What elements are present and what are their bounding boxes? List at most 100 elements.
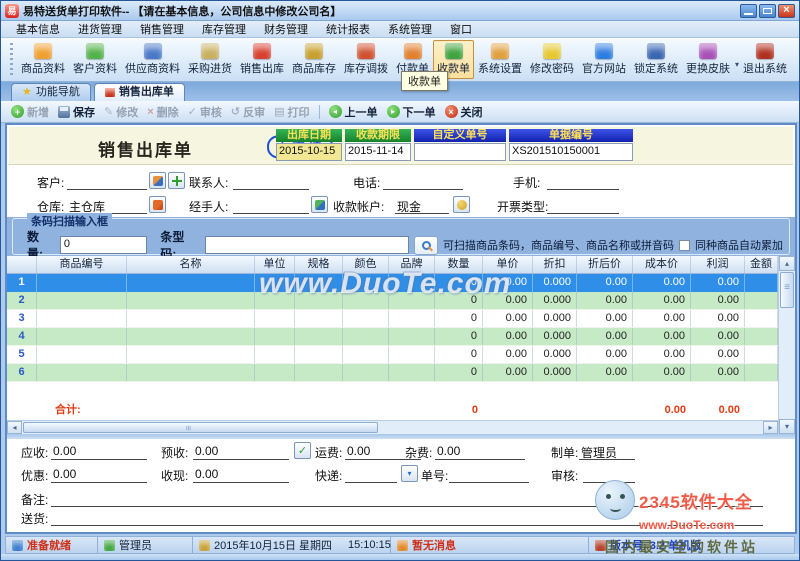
outbound-date-input[interactable]: 2015-10-15 [276,143,342,161]
table-row[interactable]: 3 0 0.00 0.000 0.00 0.00 0.00 [7,310,778,328]
col-product-no[interactable]: 商品编号 [37,256,127,273]
express-dropdown-button[interactable]: ▾ [401,465,418,482]
delete-button[interactable]: 删除 [147,104,179,120]
save-button[interactable]: 保存 [58,104,95,120]
toolbar-system-settings[interactable]: 系统设置 [474,40,526,79]
col-spec[interactable]: 规格 [295,256,343,273]
table-row[interactable]: 5 0 0.00 0.000 0.00 0.00 0.00 [7,346,778,364]
toolbar-customer-data[interactable]: 客户资料 [69,40,121,79]
warehouse-input[interactable]: 主仓库 [67,198,147,214]
customer-lookup-button[interactable] [149,172,166,189]
misc-input[interactable]: 0.00 [435,444,525,460]
toolbar-exit-system[interactable]: 退出系统 [739,40,791,79]
discount-input[interactable]: 0.00 [51,467,147,483]
maximize-icon[interactable] [759,3,776,18]
toolbar-product-data[interactable]: 商品资料 [17,40,69,79]
scroll-down-icon[interactable]: ▾ [779,419,795,434]
next-order-button[interactable]: 下一单 [386,104,436,120]
col-brand[interactable]: 品牌 [389,256,435,273]
col-discount[interactable]: 折扣 [533,256,577,273]
col-price[interactable]: 单价 [483,256,533,273]
horizontal-scroll-thumb[interactable] [23,422,378,433]
print-button[interactable]: 打印 [274,104,310,120]
col-cost[interactable]: 成本价 [633,256,691,273]
table-row[interactable]: 6 0 0.00 0.000 0.00 0.00 0.00 [7,364,778,382]
toolbar-change-password[interactable]: 修改密码 [526,40,578,79]
customer-input[interactable] [67,174,147,190]
toolbar-supplier-data[interactable]: 供应商资料 [121,40,184,79]
horizontal-scrollbar[interactable]: ◂ ▸ [7,420,778,434]
edit-button[interactable]: 修改 [104,104,138,120]
toolbar-purchase-in[interactable]: 采购进货 [184,40,236,79]
window-title: 易特送货单打印软件-- 【请在基本信息，公司信息中修改公司名】 [23,5,342,18]
toolbar-sales-out[interactable]: 销售出库 [236,40,288,79]
handler-lookup-button[interactable] [311,196,328,213]
col-disc-price[interactable]: 折后价 [577,256,633,273]
vertical-scrollbar[interactable]: ▴ ▾ [778,256,795,434]
due-date-input[interactable]: 2015-11-14 [345,143,411,161]
barcode-search-button[interactable] [414,235,439,255]
prepaid-check-button[interactable]: ✓ [294,442,311,459]
menu-sales[interactable]: 销售管理 [131,21,193,37]
toolbar-stock-transfer[interactable]: 库存调拨 [340,40,392,79]
phone-input[interactable] [383,174,463,190]
prepaid-input[interactable]: 0.00 [193,444,289,460]
toolbar-separator [318,104,320,119]
invoice-type-input[interactable] [547,198,619,214]
express-input[interactable] [345,467,397,483]
barcode-input[interactable] [205,236,410,254]
tab-sales-out-order[interactable]: 销售出库单 [93,83,185,101]
qty-input[interactable]: 0 [59,236,148,254]
custom-no-input[interactable] [414,143,506,161]
col-amount[interactable]: 金额 [745,256,778,273]
delivery-input[interactable] [51,510,763,526]
vertical-scroll-thumb[interactable] [780,272,794,308]
express-no-input[interactable] [449,467,529,483]
menu-reports[interactable]: 统计报表 [317,21,379,37]
express-no-label: 单号: [421,469,449,483]
new-button[interactable]: 新增 [11,104,49,120]
tab-bar: 功能导航 销售出库单 [1,82,799,101]
doc-no-input[interactable]: XS201510150001 [509,143,633,161]
toolbar-product-stock[interactable]: 商品库存 [288,40,340,79]
scroll-right-icon[interactable]: ▸ [763,421,778,434]
cash-input[interactable]: 0.00 [193,467,289,483]
customer-add-button[interactable] [168,172,185,189]
col-name[interactable]: 名称 [127,256,255,273]
contact-input[interactable] [233,174,309,190]
unaudit-button[interactable]: 反审 [231,104,265,120]
mobile-input[interactable] [547,174,619,190]
col-color[interactable]: 颜色 [343,256,389,273]
prev-order-button[interactable]: 上一单 [328,104,378,120]
close-doc-button[interactable]: 关闭 [444,104,483,120]
toolbar-official-site[interactable]: 官方网站 [578,40,630,79]
menu-basic-info[interactable]: 基本信息 [7,21,69,37]
table-row[interactable]: 1 0 0.00 0.000 0.00 0.00 0.00 [7,274,778,292]
table-row[interactable]: 4 0 0.00 0.000 0.00 0.00 0.00 [7,328,778,346]
supplier-data-icon [143,43,162,59]
toolbar-change-skin[interactable]: 更换皮肤 [682,40,734,79]
account-lookup-button[interactable] [453,196,470,213]
receivable-input[interactable]: 0.00 [51,444,147,460]
col-qty[interactable]: 数量 [435,256,483,273]
warehouse-lookup-button[interactable] [149,196,166,213]
handler-input[interactable] [233,198,309,214]
menu-finance[interactable]: 财务管理 [255,21,317,37]
col-profit[interactable]: 利润 [691,256,745,273]
audit-button[interactable]: 审核 [188,104,222,120]
col-unit[interactable]: 单位 [255,256,295,273]
minimize-icon[interactable] [740,3,757,18]
close-icon[interactable] [778,3,795,18]
tab-nav[interactable]: 功能导航 [11,83,91,101]
accumulate-checkbox[interactable] [679,239,690,251]
remark-input[interactable] [51,491,763,507]
menu-system[interactable]: 系统管理 [379,21,441,37]
menu-window[interactable]: 窗口 [441,21,481,37]
menu-purchase[interactable]: 进货管理 [69,21,131,37]
menu-stock[interactable]: 库存管理 [193,21,255,37]
account-input[interactable]: 现金 [395,198,449,214]
scroll-up-icon[interactable]: ▴ [779,256,795,271]
scroll-left-icon[interactable]: ◂ [7,421,22,434]
table-row[interactable]: 2 0 0.00 0.000 0.00 0.00 0.00 [7,292,778,310]
toolbar-lock-system[interactable]: 锁定系统 [630,40,682,79]
